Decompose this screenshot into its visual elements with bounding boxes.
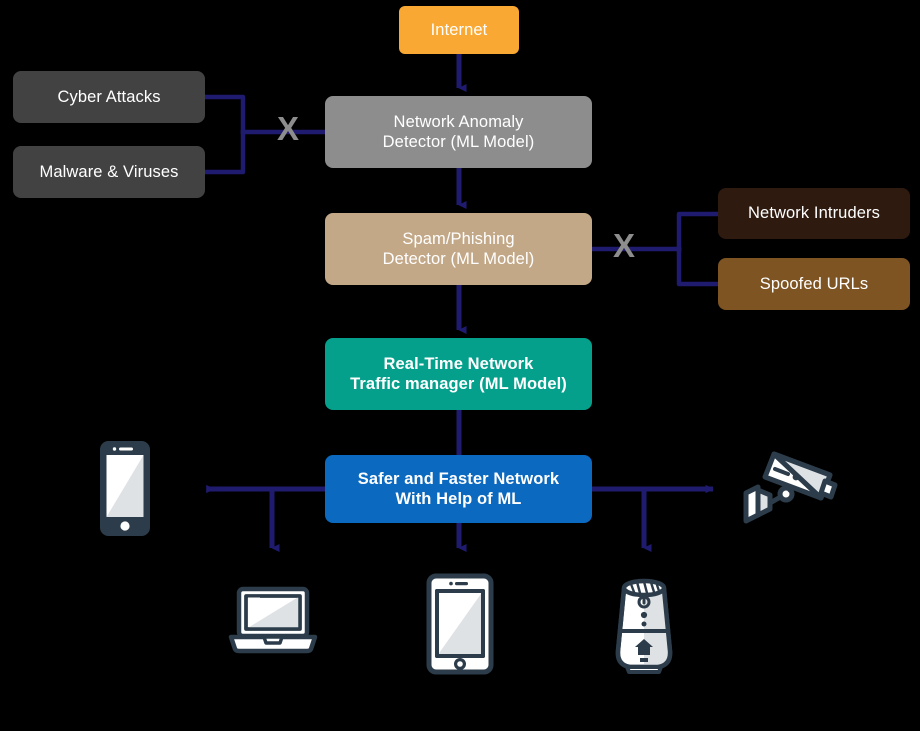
- smartphone-icon: [99, 440, 151, 542]
- node-malware-viruses[interactable]: Malware & Viruses: [13, 146, 205, 198]
- security-camera-icon: [738, 437, 842, 538]
- laptop-icon: [228, 585, 318, 660]
- edge-intruders-bracket: [676, 211, 721, 252]
- edge-spoofed-bracket: [676, 246, 721, 287]
- tablet-icon: [425, 572, 495, 681]
- node-spoofed-urls[interactable]: Spoofed URLs: [718, 258, 910, 310]
- edge-cyber-attacks-bracket: [202, 94, 246, 135]
- node-realtime-traffic-manager[interactable]: Real-Time Network Traffic manager (ML Mo…: [325, 338, 592, 410]
- right-block-x-icon: X: [613, 227, 636, 264]
- node-internet[interactable]: Internet: [399, 6, 519, 54]
- node-network-intruders[interactable]: Network Intruders: [718, 188, 910, 239]
- diagram-canvas: Internet Cyber Attacks Malware & Viruses…: [0, 0, 920, 731]
- left-block-x-icon: X: [277, 110, 300, 147]
- node-network-anomaly-detector[interactable]: Network Anomaly Detector (ML Model): [325, 96, 592, 168]
- edge-malware-bracket: [202, 129, 246, 175]
- node-safer-faster-network[interactable]: Safer and Faster Network With Help of ML: [325, 455, 592, 523]
- node-cyber-attacks[interactable]: Cyber Attacks: [13, 71, 205, 123]
- smart-speaker-icon: [608, 573, 680, 681]
- node-spam-phishing-detector[interactable]: Spam/Phishing Detector (ML Model): [325, 213, 592, 285]
